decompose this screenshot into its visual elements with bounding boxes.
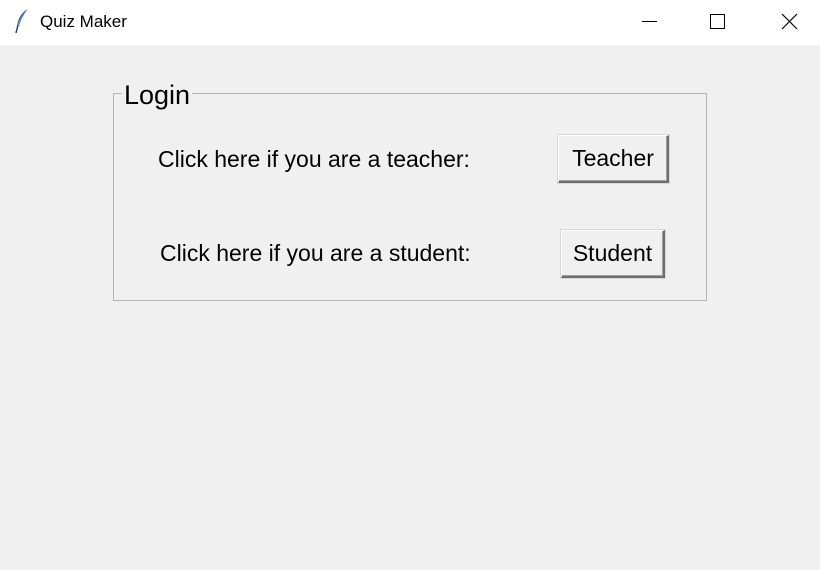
close-icon: [781, 13, 798, 30]
teacher-prompt-label: Click here if you are a teacher:: [158, 146, 470, 172]
student-button[interactable]: Student: [561, 230, 665, 278]
feather-icon: [13, 8, 31, 34]
minimize-icon: [642, 21, 657, 22]
maximize-button[interactable]: [695, 0, 741, 45]
close-button[interactable]: [766, 0, 812, 45]
window-title: Quiz Maker: [40, 12, 127, 31]
maximize-icon: [710, 14, 725, 29]
student-prompt-label: Click here if you are a student:: [160, 240, 471, 266]
minimize-button[interactable]: [627, 0, 673, 45]
title-bar[interactable]: Quiz Maker: [0, 0, 820, 45]
app-window: Quiz Maker Login Click here if you are a…: [0, 0, 820, 570]
login-legend: Login: [122, 79, 193, 111]
teacher-button[interactable]: Teacher: [558, 135, 669, 183]
